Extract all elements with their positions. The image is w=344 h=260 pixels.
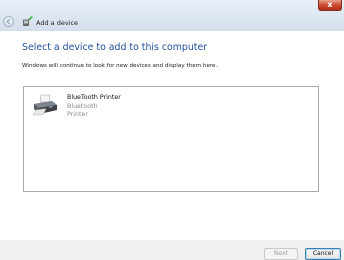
add-device-wizard-icon [23,16,33,26]
back-button[interactable] [3,16,14,27]
printer-icon [32,94,57,116]
cancel-button[interactable]: Cancel [305,248,341,260]
close-icon: x [327,0,333,9]
device-list[interactable]: BlueTooth Printer Bluetooth Printer [23,86,319,192]
page-heading: Select a device to add to this computer [22,42,208,53]
device-type: Bluetooth [67,102,98,110]
window-title: Add a device [36,19,79,27]
close-button[interactable]: x [318,0,342,11]
device-list-item[interactable]: BlueTooth Printer Bluetooth Printer [32,92,152,124]
device-name: BlueTooth Printer [67,94,121,101]
device-category: Printer [67,110,88,118]
back-arrow-icon [6,18,10,25]
add-device-window: x Add a device Select a device to add to… [0,0,344,260]
instruction-text: Windows will continue to look for new de… [22,63,218,69]
next-button[interactable]: Next [264,248,298,260]
